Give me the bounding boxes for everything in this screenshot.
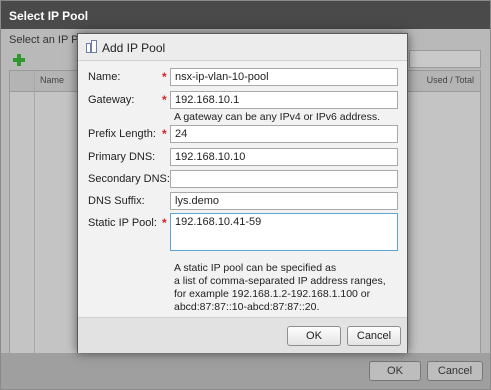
dialog-title: Add IP Pool xyxy=(102,41,166,55)
static-ip-pool-label: Static IP Pool: xyxy=(88,217,157,229)
window-title-bar: Select IP Pool xyxy=(1,1,490,29)
required-marker: * xyxy=(162,93,167,107)
required-marker: * xyxy=(162,216,167,230)
secondary-dns-field[interactable] xyxy=(170,170,398,188)
prefix-length-field[interactable]: 24 xyxy=(170,125,398,143)
hint-line: A static IP pool can be specified as xyxy=(174,262,337,274)
network-pool-icon xyxy=(86,40,97,53)
gateway-field[interactable]: 192.168.10.1 xyxy=(170,91,398,109)
dns-suffix-label: DNS Suffix: xyxy=(88,195,145,207)
filter-input[interactable] xyxy=(409,50,481,68)
static-ip-pool-field[interactable]: 192.168.10.41-59 xyxy=(170,213,398,251)
add-ip-pool-dialog: Add IP Pool Name: * nsx-ip-vlan-10-pool … xyxy=(77,33,408,353)
dns-suffix-field[interactable]: lys.demo xyxy=(170,192,398,210)
required-marker: * xyxy=(162,70,167,84)
dialog-title-bar: Add IP Pool xyxy=(78,34,407,61)
name-field[interactable]: nsx-ip-vlan-10-pool xyxy=(170,68,398,86)
secondary-dns-label: Secondary DNS: xyxy=(88,173,170,185)
gateway-hint: A gateway can be any IPv4 or IPv6 addres… xyxy=(174,111,381,123)
prefix-length-label: Prefix Length: xyxy=(88,128,156,140)
hint-line: for example 192.168.1.2-192.168.1.100 or xyxy=(174,288,371,300)
window-cancel-button[interactable]: Cancel xyxy=(427,361,483,381)
window-title: Select IP Pool xyxy=(9,9,89,23)
hint-line: abcd:87:87::10-abcd:87:87::20. xyxy=(174,301,320,313)
primary-dns-field[interactable]: 192.168.10.10 xyxy=(170,148,398,166)
column-header-used-total[interactable]: Used / Total xyxy=(427,75,474,85)
required-marker: * xyxy=(162,127,167,141)
window-footer: OK Cancel xyxy=(1,353,490,389)
cancel-button[interactable]: Cancel xyxy=(347,326,401,346)
column-header-name[interactable]: Name xyxy=(40,75,64,85)
dialog-footer: OK Cancel xyxy=(78,317,407,353)
hint-line: a list of comma-separated IP address ran… xyxy=(174,275,386,287)
grid-divider xyxy=(34,71,35,359)
plus-icon[interactable] xyxy=(13,54,25,66)
name-label: Name: xyxy=(88,71,121,83)
gateway-label: Gateway: xyxy=(88,94,135,106)
ok-button[interactable]: OK xyxy=(287,326,341,346)
window-ok-button[interactable]: OK xyxy=(369,361,421,381)
primary-dns-label: Primary DNS: xyxy=(88,151,156,163)
static-ip-pool-hint: A static IP pool can be specified as a l… xyxy=(174,262,386,314)
